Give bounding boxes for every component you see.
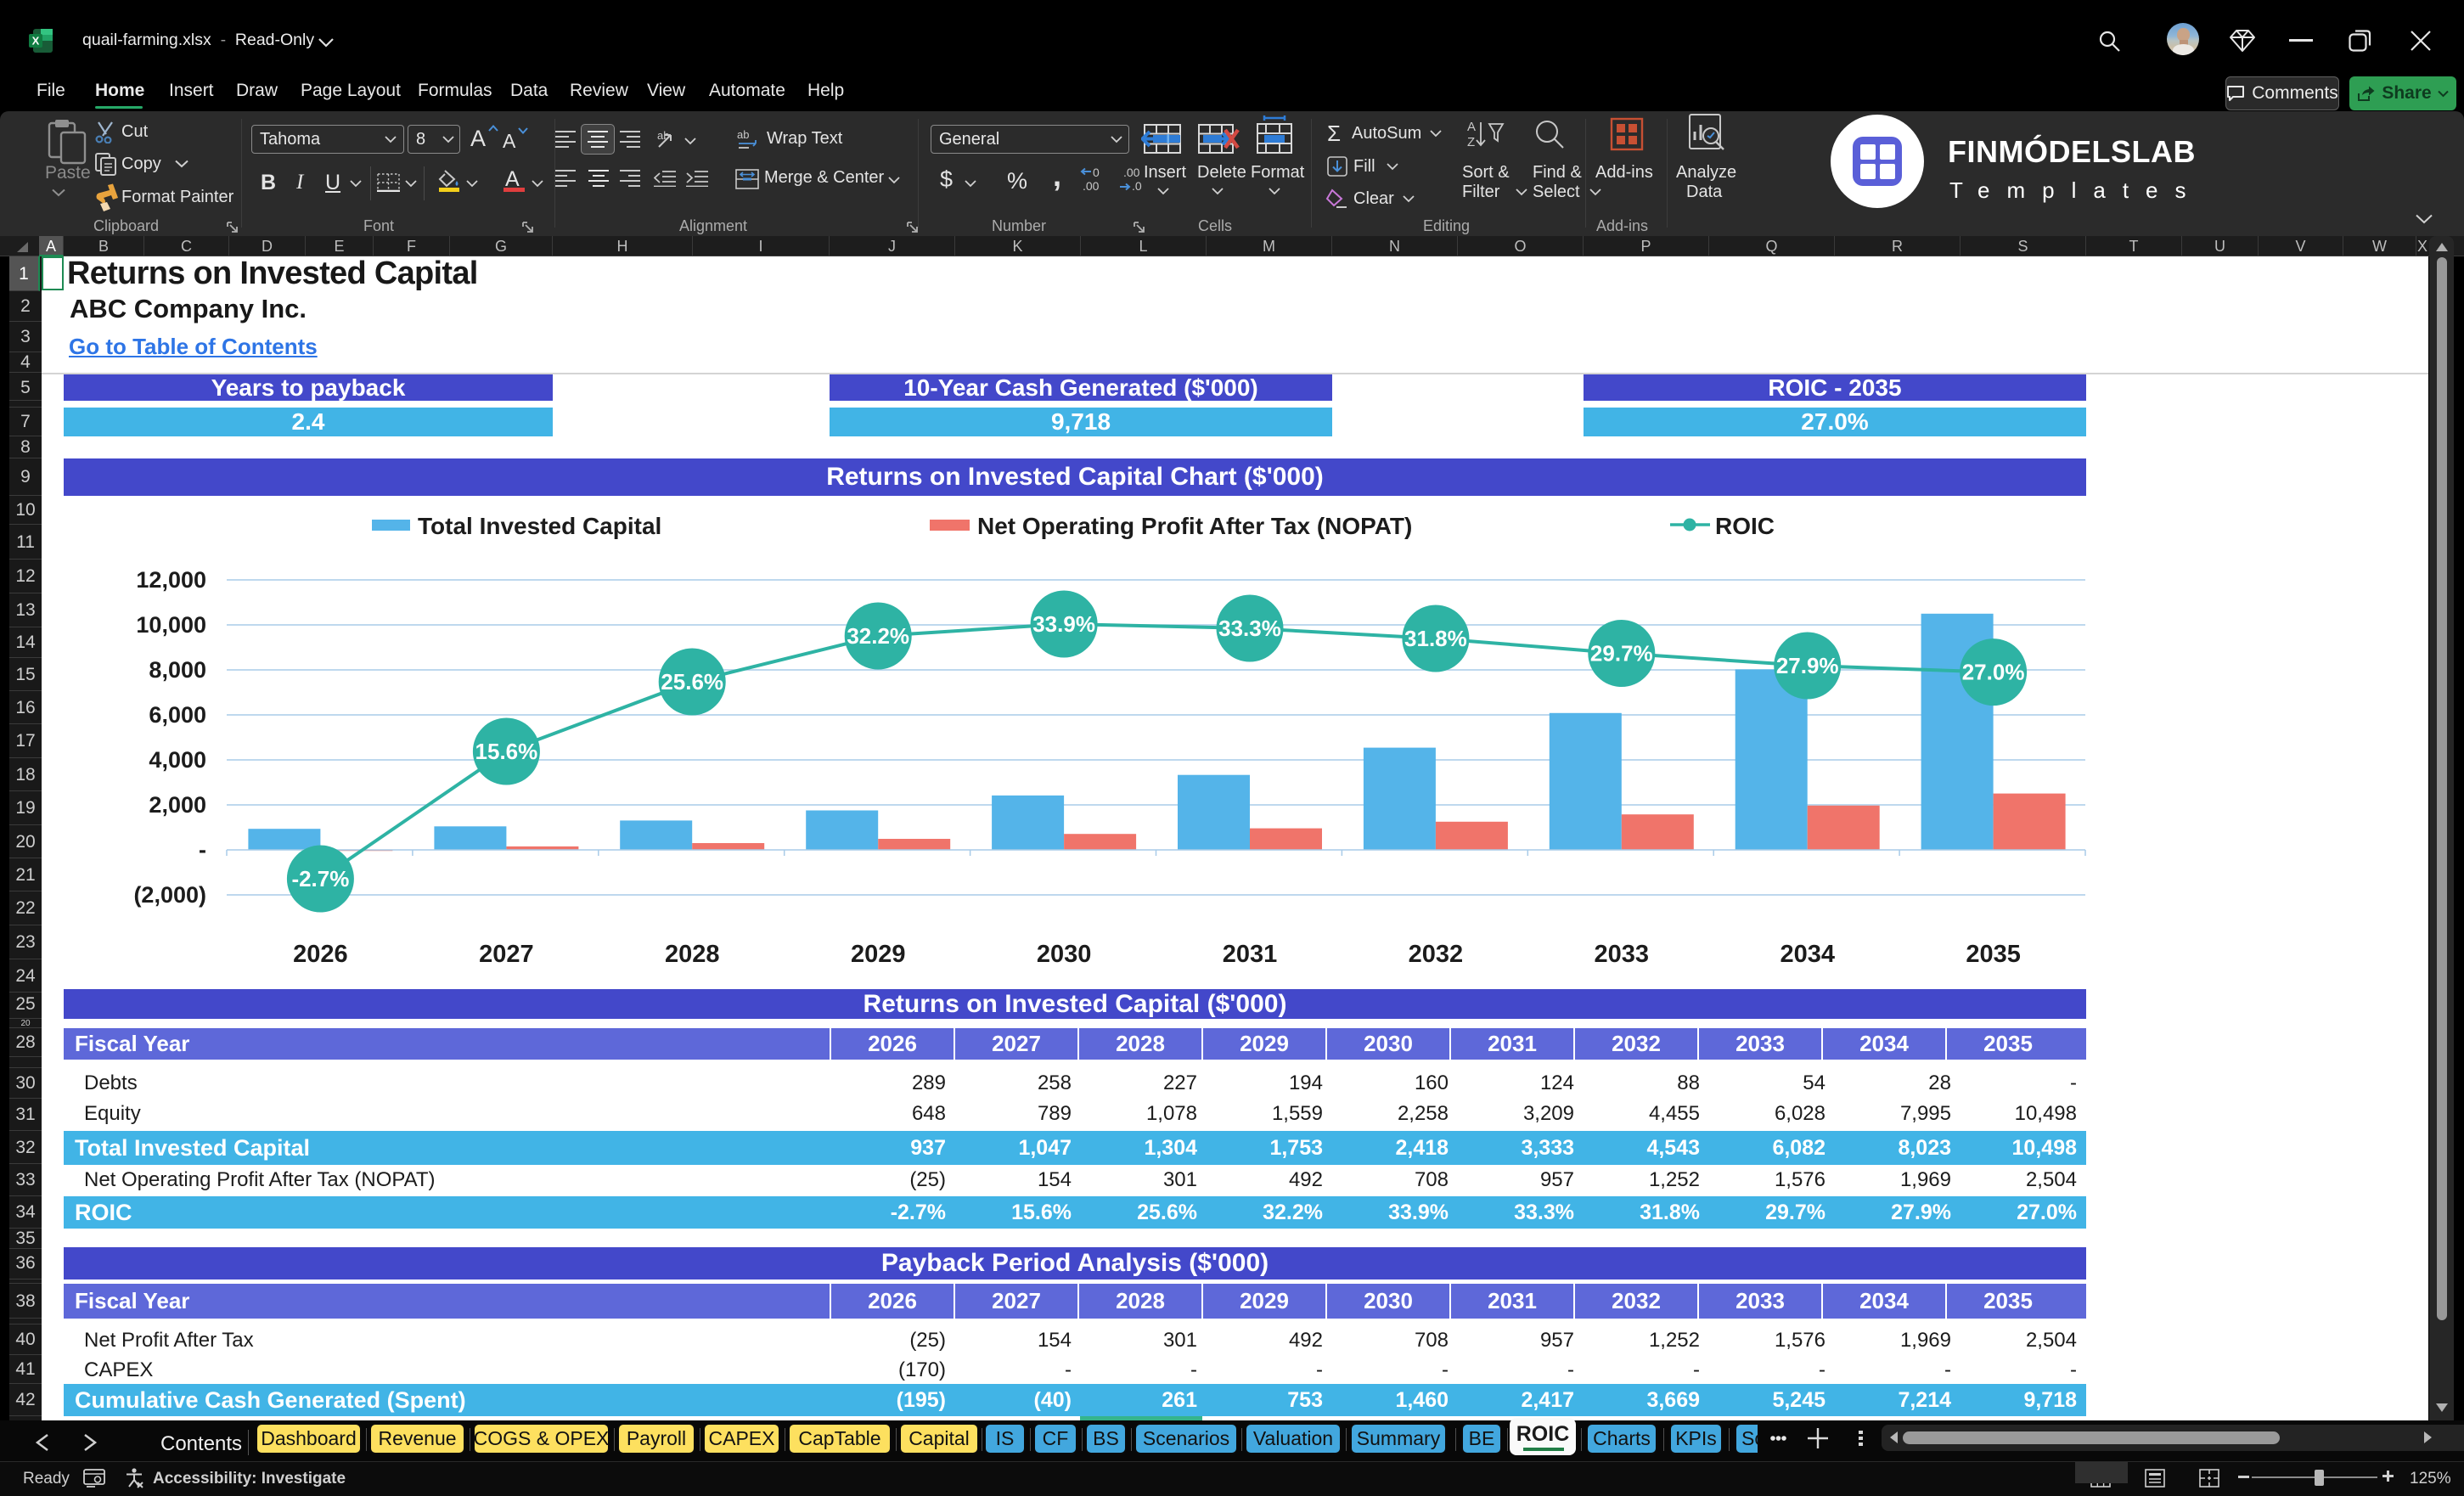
svg-text:4,000: 4,000 — [149, 747, 206, 773]
svg-text:2031: 2031 — [1223, 941, 1278, 968]
svg-text:27.0%: 27.0% — [1962, 660, 2025, 685]
svg-text:2026: 2026 — [293, 941, 348, 968]
svg-text:2028: 2028 — [665, 941, 720, 968]
svg-text:25.6%: 25.6% — [661, 669, 723, 695]
svg-text:2035: 2035 — [1966, 941, 2021, 968]
svg-text:(2,000): (2,000) — [133, 882, 206, 908]
svg-text:6,000: 6,000 — [149, 702, 206, 728]
svg-text:10,000: 10,000 — [136, 612, 206, 638]
svg-text:-: - — [199, 837, 206, 863]
svg-text:27.9%: 27.9% — [1776, 653, 1839, 678]
svg-text:2033: 2033 — [1595, 941, 1650, 968]
svg-text:Total Invested Capital: Total Invested Capital — [418, 513, 661, 539]
svg-text:Net Operating Profit After Tax: Net Operating Profit After Tax (NOPAT) — [977, 513, 1412, 539]
svg-text:15.6%: 15.6% — [475, 739, 538, 764]
svg-text:2030: 2030 — [1037, 941, 1092, 968]
svg-text:8,000: 8,000 — [149, 657, 206, 683]
svg-text:2032: 2032 — [1409, 941, 1464, 968]
svg-text:33.3%: 33.3% — [1218, 616, 1281, 641]
svg-text:-2.7%: -2.7% — [291, 866, 349, 891]
svg-text:2029: 2029 — [851, 941, 906, 968]
svg-text:2034: 2034 — [1780, 941, 1835, 968]
svg-text:12,000: 12,000 — [136, 567, 206, 593]
svg-text:ROIC: ROIC — [1715, 513, 1775, 539]
svg-text:2,000: 2,000 — [149, 792, 206, 818]
svg-text:32.2%: 32.2% — [847, 623, 909, 649]
svg-text:31.8%: 31.8% — [1404, 626, 1467, 651]
svg-text:29.7%: 29.7% — [1590, 641, 1653, 666]
svg-text:33.9%: 33.9% — [1032, 611, 1095, 637]
svg-text:2027: 2027 — [479, 941, 534, 968]
